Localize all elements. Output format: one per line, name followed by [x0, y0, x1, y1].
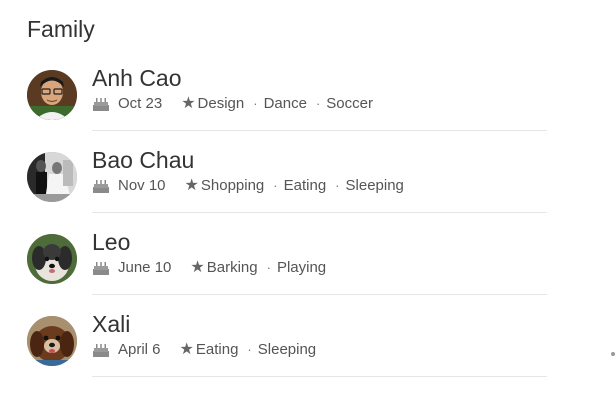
- member-name: Leo: [92, 229, 131, 255]
- avatar[interactable]: [27, 316, 77, 366]
- interest-tag: Barking: [206, 259, 258, 276]
- interest-tag: Eating: [283, 177, 327, 194]
- interest-tag: Design: [197, 95, 245, 112]
- star-icon: ★: [181, 95, 196, 112]
- avatar[interactable]: [27, 234, 77, 284]
- dog-photo-icon: [27, 316, 77, 366]
- avatar[interactable]: [27, 70, 77, 120]
- member-meta: June 10 ★ Barking · Playing: [92, 259, 326, 277]
- member-name: Xali: [92, 311, 131, 337]
- star-icon: ★: [190, 259, 205, 276]
- interest-tag: Sleeping: [345, 177, 404, 194]
- cake-icon: [92, 96, 110, 112]
- dog-photo-icon: [27, 234, 77, 284]
- interest-tag: Sleeping: [257, 341, 317, 358]
- birthday-date: April 6: [118, 341, 161, 358]
- birthday-date: Oct 23: [118, 95, 163, 112]
- interest-separator: ·: [247, 342, 252, 357]
- member-meta: April 6 ★ Eating · Sleeping: [92, 341, 316, 359]
- interest-separator: ·: [315, 96, 321, 111]
- divider: [92, 212, 547, 213]
- family-page: Family Anh Cao Oct 23 ★ Design · Dance ·…: [0, 0, 615, 419]
- member-card-bao-chau[interactable]: Bao Chau Nov 10 ★ Shopping · Eating · Sl…: [0, 146, 615, 228]
- divider: [92, 294, 547, 295]
- member-meta: Nov 10 ★ Shopping · Eating · Sleeping: [92, 177, 404, 195]
- star-icon: ★: [184, 177, 199, 194]
- interest-tag: Dance: [263, 95, 307, 112]
- member-card-xali[interactable]: Xali April 6 ★ Eating · Sleeping: [0, 310, 615, 392]
- cake-icon: [92, 260, 110, 276]
- interest-tag: Playing: [276, 259, 327, 276]
- member-card-leo[interactable]: Leo June 10 ★ Barking · Playing: [0, 228, 615, 310]
- interest-separator: ·: [253, 96, 258, 111]
- member-name: Anh Cao: [92, 65, 182, 91]
- cake-icon: [92, 342, 110, 358]
- interest-separator: ·: [266, 260, 271, 275]
- member-card-anh-cao[interactable]: Anh Cao Oct 23 ★ Design · Dance · Soccer: [0, 64, 615, 146]
- interest-separator: ·: [335, 178, 340, 193]
- birthday-date: Nov 10: [118, 177, 166, 194]
- cake-icon: [92, 178, 110, 194]
- divider: [92, 130, 547, 131]
- interest-tag: Soccer: [326, 95, 373, 112]
- interest-separator: ·: [273, 178, 278, 193]
- member-name: Bao Chau: [92, 147, 195, 173]
- scroll-indicator[interactable]: [611, 352, 615, 356]
- person-photo-icon: [27, 70, 77, 120]
- birthday-date: June 10: [118, 259, 172, 276]
- star-icon: ★: [179, 341, 194, 358]
- interest-tag: Eating: [195, 341, 239, 358]
- interest-tag: Shopping: [200, 177, 265, 194]
- divider: [92, 376, 547, 377]
- member-meta: Oct 23 ★ Design · Dance · Soccer: [92, 95, 373, 113]
- section-title: Family: [27, 16, 95, 42]
- avatar[interactable]: [27, 152, 77, 202]
- wedding-photo-icon: [27, 152, 77, 202]
